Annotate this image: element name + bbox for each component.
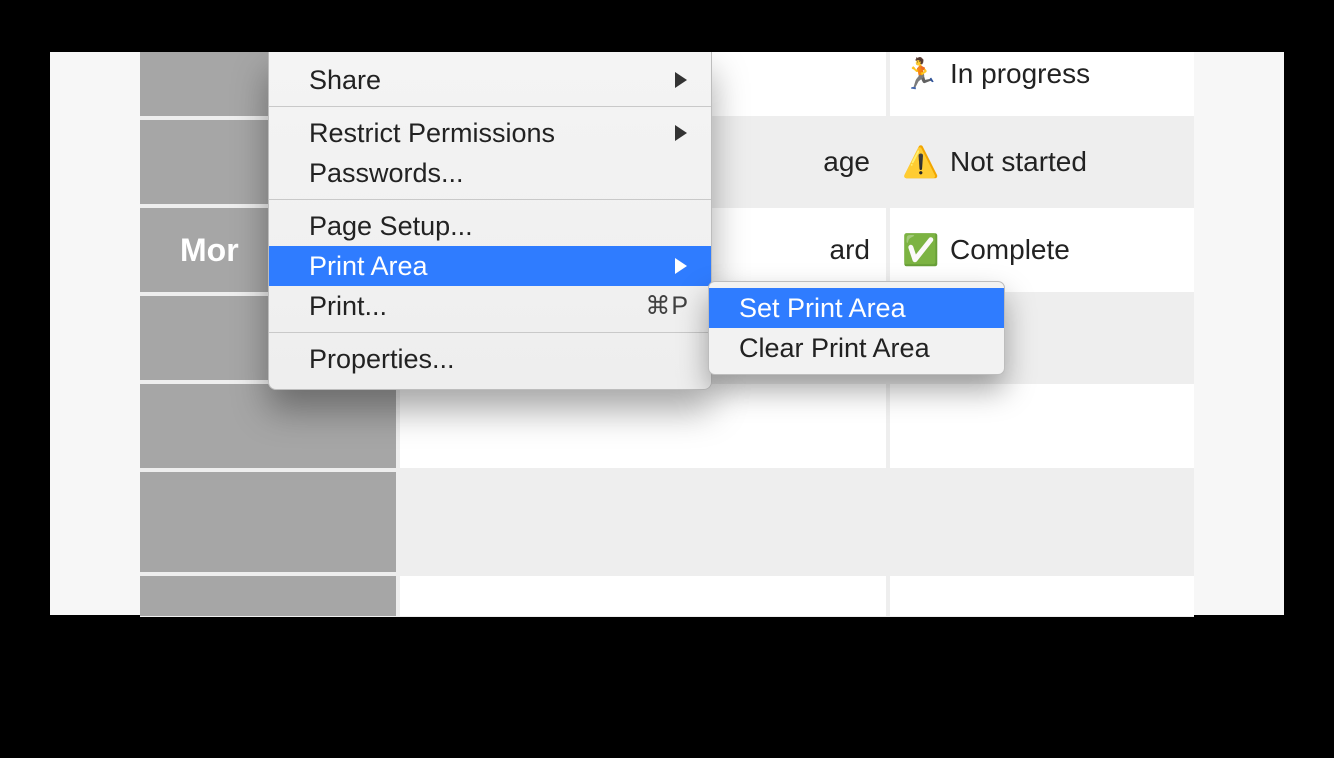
menu-label: Set Print Area	[739, 288, 906, 328]
cell[interactable]	[400, 384, 890, 468]
menu-label: Print Area	[309, 246, 428, 286]
running-person-icon: 🏃	[902, 57, 938, 92]
cell-status[interactable]: ⚠️ Not started	[890, 120, 1194, 204]
row-header	[140, 472, 400, 572]
partial-text: age	[823, 146, 870, 178]
table-row	[140, 384, 1194, 472]
cell-status[interactable]	[890, 384, 1194, 468]
menu-item-properties[interactable]: Properties...	[269, 339, 711, 379]
window-frame: 🏃 In progress age ⚠️ Not started Mor	[50, 52, 1284, 615]
separator	[269, 106, 711, 107]
menu-label: Passwords...	[309, 153, 464, 193]
menu-label: Properties...	[309, 339, 455, 379]
status-text: In progress	[950, 58, 1090, 90]
menu-item-print[interactable]: Print... ⌘P	[269, 286, 711, 326]
warning-icon: ⚠️	[902, 145, 938, 180]
chevron-right-icon	[675, 72, 689, 88]
table-row	[140, 472, 1194, 576]
cell-status[interactable]	[890, 576, 1194, 616]
menu-item-passwords[interactable]: Passwords...	[269, 153, 711, 193]
cell-status[interactable]	[890, 472, 1194, 572]
chevron-right-icon	[675, 258, 689, 274]
menu-item-print-area[interactable]: Print Area	[269, 246, 711, 286]
cell-status[interactable]: 🏃 In progress	[890, 52, 1194, 116]
submenu-item-clear-print-area[interactable]: Clear Print Area	[709, 328, 1004, 368]
context-menu: Share Restrict Permissions Passwords... …	[268, 52, 712, 390]
row-header	[140, 384, 400, 468]
row-header-text: Mor	[180, 232, 239, 269]
row-header	[140, 576, 400, 616]
submenu-item-set-print-area[interactable]: Set Print Area	[709, 288, 1004, 328]
separator	[269, 199, 711, 200]
cell[interactable]	[400, 576, 890, 616]
status-text: Complete	[950, 234, 1070, 266]
menu-item-share[interactable]: Share	[269, 60, 711, 100]
check-icon: ✅	[902, 233, 938, 268]
table-row	[140, 576, 1194, 617]
viewport: 🏃 In progress age ⚠️ Not started Mor	[140, 52, 1194, 617]
menu-label: Restrict Permissions	[309, 113, 555, 153]
partial-text: ard	[830, 234, 870, 266]
cell-status[interactable]: ✅ Complete	[890, 208, 1194, 292]
menu-label: Clear Print Area	[739, 328, 930, 368]
menu-item-restrict-permissions[interactable]: Restrict Permissions	[269, 113, 711, 153]
menu-label: Print...	[309, 286, 387, 326]
chevron-right-icon	[675, 125, 689, 141]
cell[interactable]	[400, 472, 890, 572]
menu-label: Page Setup...	[309, 206, 473, 246]
separator	[269, 332, 711, 333]
status-text: Not started	[950, 146, 1087, 178]
menu-label: Share	[309, 60, 381, 100]
submenu-print-area: Set Print Area Clear Print Area	[708, 281, 1005, 375]
menu-item-page-setup[interactable]: Page Setup...	[269, 206, 711, 246]
shortcut-text: ⌘P	[645, 286, 689, 326]
